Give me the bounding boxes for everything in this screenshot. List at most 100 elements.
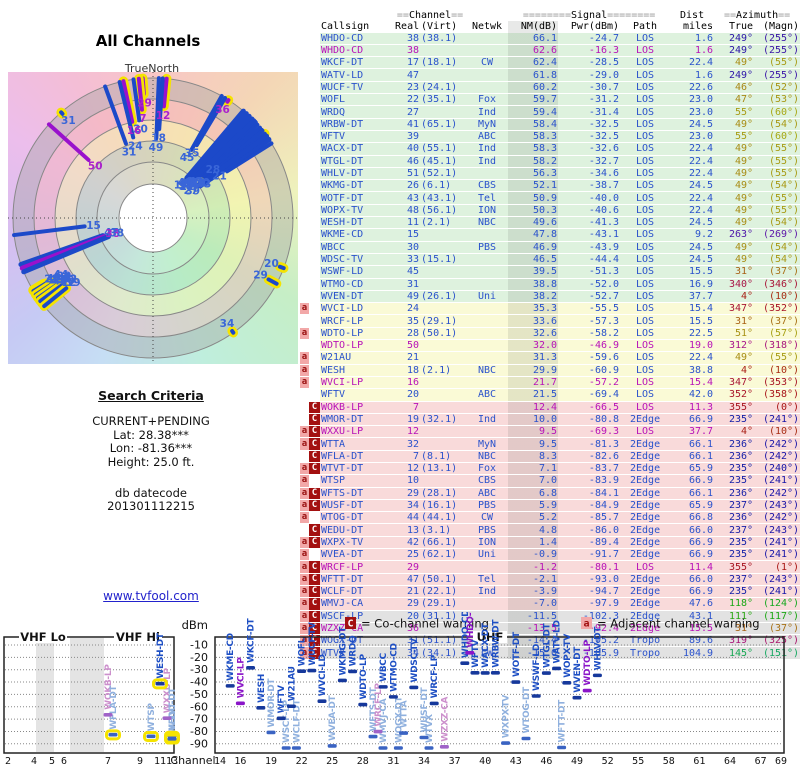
station-signal-bar [337,678,347,683]
cochannel-warning-marker: C [309,437,320,451]
callsign-cell: WBCC [320,241,395,254]
adjacent-warning-marker [300,450,309,463]
virtual-channel-cell [420,241,467,254]
power-dbm-cell: -94.7 [558,585,621,599]
network-cell: NBC [466,450,509,463]
table-row: a WTSP 10 CBS 7.0 -83.9 2Edge 66.9 235° … [300,474,800,488]
virtual-channel-cell [420,560,467,574]
azimuth-true-cell: 235° [714,462,755,476]
nm-db-cell: -0.9 [508,548,559,562]
polar-channel-label: 20 [264,258,279,270]
station-bar-label: WZXZ-CA [440,696,450,741]
cochannel-warning-marker [309,167,320,181]
polar-channel-label: 31 [61,115,76,127]
network-cell: PBS [466,523,509,537]
tvfool-link[interactable]: www.tvfool.com [103,589,199,603]
virtual-channel-cell [420,339,467,353]
dbm-tick-label: -70 [190,713,208,726]
azimuth-magn-cell: (55°) [754,167,800,181]
station-bar-label: WOPX-TV [563,634,573,678]
nm-db-cell: 32.0 [508,339,559,353]
azimuth-true-cell: 236° [714,437,755,451]
uhf-channel-tick: 22 [296,756,308,767]
azimuth-magn-cell: (60°) [754,130,800,144]
spectrum-chart: C = Co-channel warning a = Adjacent chan… [3,612,787,767]
azimuth-magn-cell: (124°) [754,597,800,611]
power-dbm-cell: -81.3 [558,437,621,451]
station-signal-bar [552,666,562,671]
power-dbm-cell: -28.5 [558,56,621,70]
distance-cell: 24.5 [670,216,715,230]
station-signal-bar [460,661,470,665]
callsign-cell: WFLA-DT [320,450,395,463]
polar-channel-label: 17 [174,179,189,191]
nm-db-cell: 58.4 [508,118,559,131]
vhf-hi-label: VHF Hi [116,630,160,644]
station-bar-label: WBCC [379,652,389,681]
azimuth-magn-cell: (54°) [754,179,800,193]
adjacent-warning-marker [300,81,309,95]
power-dbm-cell: -46.9 [558,339,621,353]
table-row: WDTO-LP 50 32.0 -46.9 LOS 19.0 312° (318… [300,339,800,353]
station-signal-bar [592,673,602,678]
cochannel-warning-marker: C [309,585,320,599]
signal-table: ==Channel== ========Signal======== Dist … [300,10,800,660]
cochannel-warning-marker: C [309,523,320,537]
station-signal-bar [480,671,490,675]
cochannel-warning-marker [309,548,320,562]
virtual-channel-cell [420,105,467,119]
azimuth-true-cell: 235° [714,585,755,599]
azimuth-magn-cell: (346°) [754,278,800,291]
nm-db-cell: 9.5 [508,437,559,451]
distance-cell: 66.1 [670,437,715,451]
adjacent-warning-marker: a [300,499,309,513]
polar-channel-label: 28 [206,164,221,176]
callsign-cell: WOPX-TV [320,204,395,218]
azimuth-magn-cell: (55°) [754,155,800,168]
distance-cell: 22.4 [670,204,715,218]
azimuth-group-header: ==Azimuth== [723,10,791,22]
nm-db-cell: 31.3 [508,351,559,365]
station-signal-bar [235,701,245,706]
station-signal-bar [562,680,572,685]
callsign-cell: WRDQ [320,105,395,119]
path-cell: LOS [620,142,671,156]
uhf-channel-tick: 19 [265,756,277,767]
dbm-tick-label: -60 [190,700,208,713]
virtual-channel-cell: (28.1) [420,487,467,500]
uhf-channel-tick: 58 [663,756,675,767]
azimuth-magn-cell: (240°) [754,462,800,476]
azimuth-true-cell: 49° [714,191,755,205]
real-channel-cell: 25 [394,548,421,562]
station-bar-label: WRDQ [349,635,359,666]
adjacent-warning-marker: a [300,536,309,550]
network-cell [466,560,509,574]
station-bar-label: WHLV-DT [593,626,603,671]
cochannel-warning-marker: C [309,499,320,513]
callsign-cell: WCLF-DT [320,585,395,599]
azimuth-true-cell: 4° [714,425,755,439]
callsign-cell: WESH [320,364,395,377]
nm-db-cell: 7.1 [508,462,559,476]
distance-cell: 23.0 [670,105,715,119]
virtual-channel-cell: (50.1) [420,573,467,586]
network-cell [466,167,509,181]
callsign-cell: WMVJ-CA [320,597,395,611]
station-signal-bar [276,716,286,721]
path-cell: 2Edge [620,523,671,537]
power-dbm-cell: -29.0 [558,68,621,82]
adjacent-warning-marker [300,56,309,70]
table-row: a WTOG-DT 44 (44.1) CW 5.2 -85.7 2Edge 6… [300,511,800,525]
adjacent-warning-marker [300,204,309,218]
station-bar-label: WKME-CD [226,633,236,681]
uhf-channel-tick: 31 [387,756,399,767]
station-signal-bar [155,681,165,686]
real-channel-cell: 33 [394,253,421,267]
nm-db-cell: 21.5 [508,388,559,402]
table-row: WOFL 22 (35.1) Fox 59.7 -31.2 LOS 23.0 4… [300,93,800,107]
station-bar-label: WRBW-DT [491,619,501,668]
virtual-channel-cell: (8.1) [420,450,467,463]
uhf-channel-tick: 46 [540,756,552,767]
polar-channel-label: 29 [137,98,152,110]
cochannel-warning-marker [309,364,320,377]
